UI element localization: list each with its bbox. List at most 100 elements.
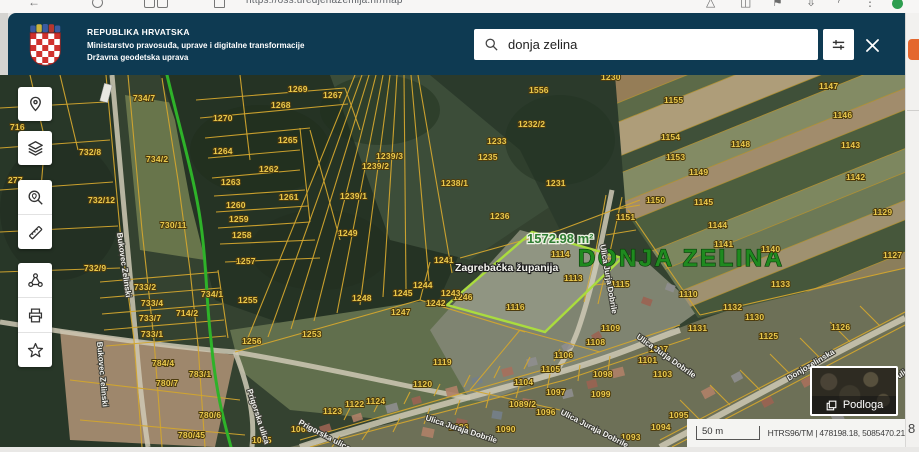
print-button[interactable] <box>18 297 52 332</box>
search-filter-button[interactable] <box>823 29 854 60</box>
parcel-label: 1232/2 <box>518 119 545 129</box>
search-input[interactable]: donja zelina <box>474 29 818 60</box>
parcel-label: 1099 <box>591 389 611 399</box>
left-gutter <box>0 13 8 75</box>
parcel-label: 1238/1 <box>441 178 468 188</box>
browser-tab-icon[interactable] <box>144 0 155 8</box>
parcel-label: 1260 <box>226 200 246 210</box>
parcel-label: 1132 <box>723 302 742 312</box>
parcel-label: 1255 <box>238 295 258 305</box>
parcel-label: 1151 <box>616 212 635 222</box>
browser-tab-icon2[interactable] <box>157 0 168 8</box>
parcel-label: 1253 <box>302 329 322 339</box>
parcel-label: 1248 <box>352 293 372 303</box>
parcel-label: 1116 <box>506 302 525 312</box>
parcel-label: 1230 <box>601 75 621 82</box>
search-close-button[interactable] <box>860 33 884 57</box>
parcel-label: 734/2 <box>146 154 168 164</box>
parcel-label: 1265 <box>278 135 298 145</box>
browser-ext-icon-1[interactable]: △ <box>706 0 715 10</box>
parcel-label: 1130 <box>745 312 764 322</box>
parcel-label: 1127 <box>883 250 902 260</box>
parcel-label: 1263 <box>221 177 241 187</box>
browser-extensions-icon[interactable]: ◜ <box>838 0 843 10</box>
parcel-label: 1259 <box>229 214 249 224</box>
neighbor-orange-button <box>908 39 919 60</box>
parcel-label: 1149 <box>689 167 708 177</box>
parcel-label: 1144 <box>708 220 727 230</box>
parcel-label: 1104 <box>514 377 533 387</box>
parcel-label: 1105 <box>541 364 560 374</box>
layers-icon <box>27 140 43 156</box>
parcel-label: 784/4 <box>152 358 174 368</box>
parcel-label: 1233 <box>487 136 507 146</box>
measure-button[interactable] <box>18 214 52 249</box>
browser-profile-avatar[interactable] <box>892 0 903 9</box>
parcel-label: 1239/2 <box>362 161 389 171</box>
parcel-label: 1109 <box>601 323 620 333</box>
parcel-label: 1123 <box>323 406 342 416</box>
parcel-label: 1153 <box>666 152 685 162</box>
site-info-icon[interactable] <box>214 0 225 8</box>
search-location-icon <box>27 189 43 205</box>
browser-ext-icon-2[interactable]: ◫ <box>740 0 751 10</box>
parcel-label: 1242 <box>426 298 446 308</box>
neighbor-window-edge: 8 <box>905 13 919 447</box>
croatia-coat-of-arms <box>29 24 61 66</box>
filter-tune-icon <box>832 40 845 50</box>
parcel-label: 1262 <box>259 164 279 174</box>
favorites-button[interactable] <box>18 332 52 367</box>
parcel-label: 1097 <box>546 387 566 397</box>
browser-bookmark-icon[interactable]: ⚑ <box>772 0 783 10</box>
gov-agency: Državna geodetska uprava <box>87 53 189 62</box>
parcel-label: 1239/1 <box>340 191 367 201</box>
parcel-label: 1258 <box>232 230 252 240</box>
parcel-label: 1148 <box>731 139 750 149</box>
url-bar[interactable]: https://oss.uredjenazemlja.hr/map <box>246 0 403 6</box>
parcel-label: 1150 <box>646 195 665 205</box>
browser-back-icon[interactable]: ← <box>28 0 40 10</box>
parcel-label: 1264 <box>213 146 233 156</box>
parcel-label: 1129 <box>873 207 892 217</box>
neighbor-divider <box>907 110 919 111</box>
parcel-label: 733/2 <box>134 282 156 292</box>
gov-country: REPUBLIKA HRVATSKA <box>87 27 190 37</box>
parcel-label: 780/45 <box>178 430 205 440</box>
parcel-label: 1236 <box>490 211 510 221</box>
browser-menu-icon[interactable]: ⋮ <box>864 0 876 10</box>
basemap-button[interactable]: Podloga <box>810 366 898 416</box>
parcel-label: 1103 <box>653 369 672 379</box>
layers-button[interactable] <box>18 131 52 165</box>
parcel-label: 1244 <box>413 280 433 290</box>
parcel-label: 1154 <box>661 132 680 142</box>
parcel-label: 1106 <box>554 350 573 360</box>
parcel-label: 734/1 <box>201 289 223 299</box>
parcel-label: 1235 <box>478 152 498 162</box>
parcel-label: 1094 <box>651 422 671 432</box>
parcel-label: 1147 <box>819 81 838 91</box>
locate-me-button[interactable] <box>18 87 52 121</box>
parcel-label: 1261 <box>279 192 299 202</box>
parcel-label: 1120 <box>413 379 432 389</box>
parcel-label: 1269 <box>288 84 308 94</box>
close-icon <box>865 38 879 52</box>
parcel-label: 1096 <box>536 407 556 417</box>
basemap-layers-icon <box>826 400 837 410</box>
parcel-label: 1142 <box>846 172 865 182</box>
map-canvas[interactable]: 1572.98 m² Zagrebačka županija DONJA ZEL… <box>0 71 917 452</box>
parcel-label: 1256 <box>242 336 262 346</box>
search-measure-group <box>18 180 52 249</box>
share-button[interactable] <box>18 263 52 297</box>
search-location-button[interactable] <box>18 180 52 214</box>
location-pin-icon <box>29 96 41 111</box>
parcel-label: 733/1 <box>141 329 163 339</box>
parcel-label: 1241 <box>434 255 454 265</box>
browser-download-icon[interactable]: ⇩ <box>806 0 816 10</box>
parcel-label: 1243 <box>441 288 461 298</box>
parcel-label: 1140 <box>761 244 780 254</box>
parcel-label: 1247 <box>391 307 411 317</box>
browser-chrome: ← https://oss.uredjenazemlja.hr/map △ ◫ … <box>0 0 919 13</box>
area-measurement-label: 1572.98 m² <box>527 231 594 246</box>
browser-reload-icon[interactable] <box>92 0 103 8</box>
parcel-label: 1249 <box>338 228 358 238</box>
